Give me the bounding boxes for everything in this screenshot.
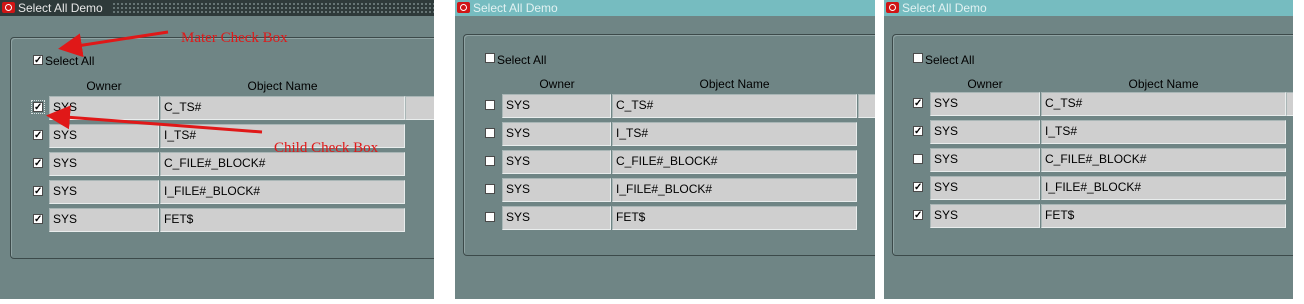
- row-checkbox[interactable]: [485, 212, 495, 222]
- select-all-label[interactable]: Select All: [497, 53, 546, 67]
- window-title: Select All Demo: [473, 1, 558, 15]
- row-checkbox[interactable]: [485, 184, 495, 194]
- row-checkbox[interactable]: ✓: [913, 98, 923, 109]
- object-name-cell[interactable]: FET$: [1041, 204, 1286, 228]
- annotation-child-checkbox: Child Check Box: [274, 140, 379, 156]
- window-title: Select All Demo: [902, 1, 987, 15]
- master-arrow: [58, 30, 169, 58]
- object-name-cell[interactable]: I_FILE#_BLOCK#: [1041, 176, 1286, 200]
- owner-cell[interactable]: SYS: [930, 176, 1040, 200]
- owner-cell[interactable]: SYS: [502, 122, 611, 146]
- owner-cell[interactable]: SYS: [930, 148, 1040, 172]
- annotation-master-checkbox: Mater Check Box: [181, 30, 288, 46]
- select-all-label[interactable]: Select All: [925, 53, 974, 67]
- object-name-cell[interactable]: I_TS#: [1041, 120, 1286, 144]
- select-all-checkbox[interactable]: [485, 53, 495, 63]
- row-checkbox[interactable]: ✓: [913, 210, 923, 221]
- owner-cell[interactable]: SYS: [930, 204, 1040, 228]
- title-bar: Select All Demo: [884, 0, 1293, 16]
- owner-cell[interactable]: SYS: [502, 150, 611, 174]
- object-name-cell[interactable]: I_TS#: [612, 122, 857, 146]
- child-arrow: [46, 105, 263, 134]
- object-name-cell[interactable]: C_FILE#_BLOCK#: [612, 150, 857, 174]
- object-name-cell[interactable]: C_TS#: [1041, 92, 1286, 116]
- oracle-app-icon: [886, 2, 899, 13]
- row-checkbox[interactable]: ✓: [913, 126, 923, 137]
- object-name-cell[interactable]: C_FILE#_BLOCK#: [1041, 148, 1286, 172]
- owner-cell[interactable]: SYS: [930, 120, 1040, 144]
- object-name-cell[interactable]: C_TS#: [612, 94, 857, 118]
- object-name-cell[interactable]: I_FILE#_BLOCK#: [612, 178, 857, 202]
- column-header-owner: Owner: [967, 77, 1003, 91]
- screenshot-2: Select All Demo Select All Owner Object …: [455, 0, 875, 299]
- column-header-owner: Owner: [539, 77, 575, 91]
- column-header-object-name: Object Name: [1128, 77, 1199, 91]
- row-checkbox[interactable]: ✓: [913, 182, 923, 193]
- owner-cell[interactable]: SYS: [502, 178, 611, 202]
- row-checkbox[interactable]: [485, 128, 495, 138]
- extra-column-stub: [1286, 92, 1293, 116]
- object-name-cell[interactable]: FET$: [612, 206, 857, 230]
- owner-cell[interactable]: SYS: [930, 92, 1040, 116]
- select-all-checkbox[interactable]: [913, 53, 923, 63]
- owner-cell[interactable]: SYS: [502, 206, 611, 230]
- row-checkbox[interactable]: [913, 154, 923, 164]
- title-bar: Select All Demo: [455, 0, 875, 16]
- extra-column-stub: [858, 94, 875, 118]
- oracle-app-icon: [457, 2, 470, 13]
- row-checkbox[interactable]: [485, 156, 495, 166]
- owner-cell[interactable]: SYS: [502, 94, 611, 118]
- row-checkbox[interactable]: [485, 100, 495, 110]
- column-header-object-name: Object Name: [699, 77, 770, 91]
- screenshot-3: Select All Demo Select All Owner Object …: [884, 0, 1293, 299]
